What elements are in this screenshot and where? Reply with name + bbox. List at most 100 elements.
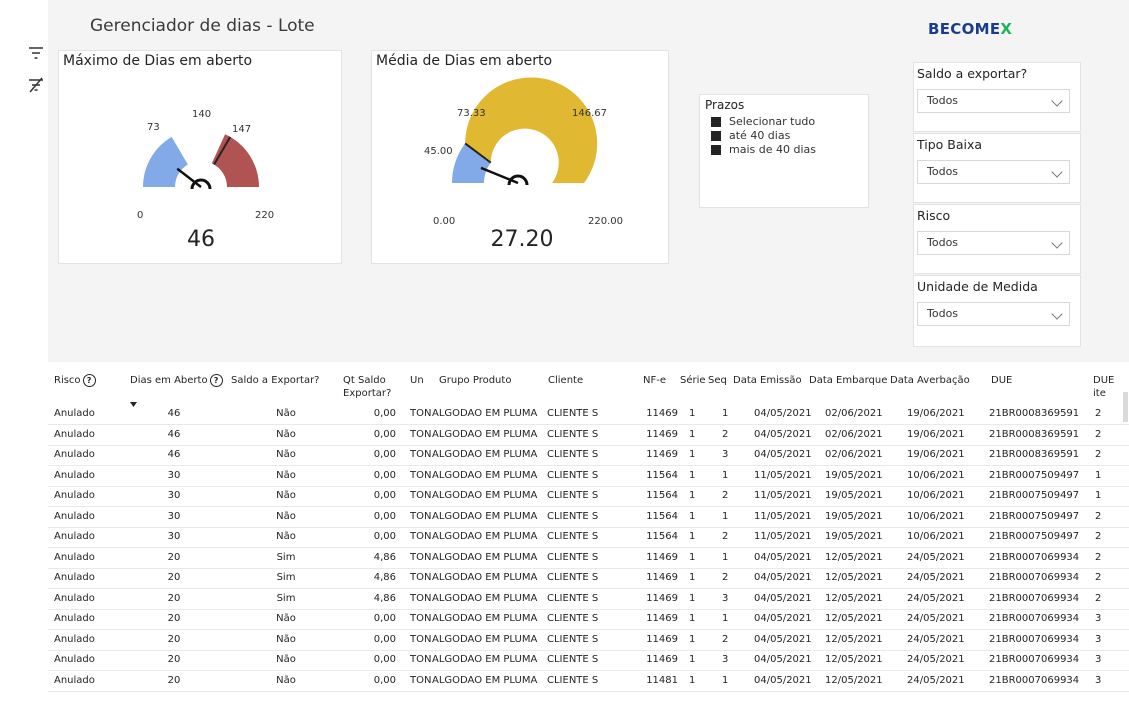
brand-x: X bbox=[1000, 20, 1013, 38]
column-header-saldo[interactable]: Saldo a Exportar? bbox=[231, 374, 320, 387]
table-row[interactable]: Anulado 30 Não 0,00 TON ALGODAO EM PLUMA CLIEN… bbox=[48, 507, 1129, 528]
cell-dias: 20 bbox=[167, 633, 181, 645]
column-header-due[interactable]: DUE bbox=[991, 374, 1012, 387]
cell-seq: 3 bbox=[722, 654, 729, 665]
table-row[interactable]: Anulado 30 Não 0,00 TON ALGODAO EM PLUMA CLIEN… bbox=[48, 486, 1129, 507]
cell-nfe: 11469 bbox=[646, 408, 678, 419]
cell-saldo: Não bbox=[276, 613, 296, 624]
cell-un: TON bbox=[410, 592, 432, 604]
cell-cliente: CLIENTE S bbox=[547, 449, 599, 460]
cell-embarque: 19/05/2021 bbox=[825, 490, 883, 501]
cell-dias: 20 bbox=[167, 674, 181, 686]
cell-grupo: ALGODAO EM PLUMA bbox=[432, 613, 538, 624]
cell-due-item: 2 bbox=[1095, 592, 1102, 604]
cell-nfe: 11564 bbox=[646, 531, 678, 542]
slicer-dropdown[interactable]: Todos bbox=[917, 302, 1070, 326]
column-header-grupo[interactable]: Grupo Produto bbox=[439, 374, 511, 387]
cell-dias: 20 bbox=[167, 613, 181, 624]
table-row[interactable]: Anulado 20 Sim 4,86 TON ALGODAO EM PLUMA CLIEN… bbox=[48, 548, 1129, 569]
dropdown-value: Todos bbox=[927, 165, 959, 178]
filter-icon[interactable] bbox=[26, 44, 46, 62]
slicer-dropdown[interactable]: Todos bbox=[917, 160, 1070, 184]
cell-dias: 20 bbox=[167, 654, 181, 665]
column-header-seq[interactable]: Seq bbox=[708, 374, 727, 387]
cell-due: 21BR0008369591 bbox=[989, 428, 1080, 440]
column-header-risco[interactable]: Risco? bbox=[54, 374, 96, 387]
cell-dias: 46 bbox=[167, 449, 181, 460]
cell-embarque: 19/05/2021 bbox=[825, 531, 883, 542]
cell-due: 21BR0007069934 bbox=[989, 674, 1080, 686]
gauge-card-avg[interactable]: Média de Dias em aberto 0.00 220.00 45.0… bbox=[371, 50, 669, 264]
cell-un: TON bbox=[410, 490, 432, 501]
header-label: Qt Saldo bbox=[343, 375, 386, 386]
column-header-un[interactable]: Un bbox=[410, 374, 424, 387]
cell-cliente: CLIENTE S bbox=[547, 428, 599, 440]
prazos-item[interactable]: até 40 dias bbox=[711, 129, 868, 142]
cell-cliente: CLIENTE S bbox=[547, 469, 599, 481]
table-row[interactable]: Anulado 46 Não 0,00 TON ALGODAO EM PLUMA CLIEN… bbox=[48, 445, 1129, 466]
table-row[interactable]: Anulado 20 Sim 4,86 TON ALGODAO EM PLUMA CLIEN… bbox=[48, 589, 1129, 610]
column-header-averbacao[interactable]: Data Averbação bbox=[890, 374, 970, 387]
table-row[interactable]: Anulado 46 Não 0,00 TON ALGODAO EM PLUMA CLIEN… bbox=[48, 425, 1129, 446]
cell-seq: 1 bbox=[722, 469, 729, 481]
prazos-item-label: mais de 40 dias bbox=[729, 143, 816, 156]
slicer-unidade-medida: Unidade de Medida Todos bbox=[913, 275, 1081, 347]
cell-cliente: CLIENTE S bbox=[547, 654, 599, 665]
cell-qt: 4,86 bbox=[373, 592, 396, 604]
column-header-qt-saldo[interactable]: Qt Saldo Exportar? bbox=[343, 374, 391, 400]
cell-saldo: Não bbox=[276, 510, 296, 522]
cell-averbacao: 24/05/2021 bbox=[907, 654, 965, 665]
cell-risco: Anulado bbox=[54, 428, 95, 440]
table-row[interactable]: Anulado 20 Não 0,00 TON ALGODAO EM PLUMA CLIEN… bbox=[48, 671, 1129, 692]
table-row[interactable]: Anulado 20 Sim 4,86 TON ALGODAO EM PLUMA CLIEN… bbox=[48, 568, 1129, 589]
column-header-serie[interactable]: Série bbox=[680, 374, 706, 387]
slicer-title: Tipo Baixa bbox=[917, 137, 983, 152]
cell-due-item: 1 bbox=[1095, 490, 1102, 501]
clear-filter-icon[interactable] bbox=[26, 76, 46, 94]
gauge-max-target-label: 140 bbox=[192, 109, 212, 120]
gauge-avg-max-label: 220.00 bbox=[588, 216, 623, 227]
cell-dias: 20 bbox=[167, 592, 181, 604]
cell-serie: 1 bbox=[689, 490, 696, 501]
help-icon[interactable]: ? bbox=[82, 374, 96, 387]
column-header-embarque[interactable]: Data Embarque bbox=[809, 374, 887, 387]
table-row[interactable]: Anulado 30 Não 0,00 TON ALGODAO EM PLUMA CLIEN… bbox=[48, 466, 1129, 487]
data-table[interactable]: Risco? Dias em Aberto? Saldo a Exportar?… bbox=[48, 362, 1129, 701]
cell-qt: 4,86 bbox=[373, 572, 396, 583]
cell-risco: Anulado bbox=[54, 408, 95, 419]
column-header-dias[interactable]: Dias em Aberto? bbox=[130, 374, 223, 387]
slicer-dropdown[interactable]: Todos bbox=[917, 89, 1070, 113]
table-row[interactable]: Anulado 20 Não 0,00 TON ALGODAO EM PLUMA CLIEN… bbox=[48, 609, 1129, 630]
prazos-item-label: Selecionar tudo bbox=[729, 115, 816, 128]
cell-serie: 1 bbox=[689, 551, 696, 563]
cell-due: 21BR0007069934 bbox=[989, 613, 1080, 624]
cell-grupo: ALGODAO EM PLUMA bbox=[432, 633, 538, 645]
dropdown-value: Todos bbox=[927, 307, 959, 320]
cell-serie: 1 bbox=[689, 613, 696, 624]
cell-due: 21BR0007509497 bbox=[989, 531, 1080, 542]
cell-saldo: Sim bbox=[276, 551, 296, 563]
column-header-emissao[interactable]: Data Emissão bbox=[733, 374, 802, 387]
column-header-cliente[interactable]: Cliente bbox=[548, 374, 583, 387]
gauge-avg-hub bbox=[507, 174, 529, 186]
cell-due-item: 2 bbox=[1095, 510, 1102, 522]
help-icon[interactable]: ? bbox=[209, 374, 223, 387]
cell-dias: 30 bbox=[167, 531, 181, 542]
prazos-item[interactable]: Selecionar tudo bbox=[711, 115, 868, 128]
cell-serie: 1 bbox=[689, 592, 696, 604]
gauge-card-max[interactable]: Máximo de Dias em aberto 0 220 73 140 14… bbox=[58, 50, 342, 264]
prazos-item[interactable]: mais de 40 dias bbox=[711, 143, 868, 156]
cell-due-item: 2 bbox=[1095, 428, 1102, 440]
table-row[interactable]: Anulado 20 Não 0,00 TON ALGODAO EM PLUMA CLIEN… bbox=[48, 650, 1129, 671]
cell-emissao: 04/05/2021 bbox=[754, 592, 812, 604]
table-row[interactable]: Anulado 46 Não 0,00 TON ALGODAO EM PLUMA CLIEN… bbox=[48, 404, 1129, 425]
table-row[interactable]: Anulado 30 Não 0,00 TON ALGODAO EM PLUMA CLIEN… bbox=[48, 527, 1129, 548]
cell-nfe: 11469 bbox=[646, 592, 678, 604]
table-row[interactable]: Anulado 20 Não 0,00 TON ALGODAO EM PLUMA CLIEN… bbox=[48, 630, 1129, 651]
cell-serie: 1 bbox=[689, 531, 696, 542]
cell-saldo: Não bbox=[276, 490, 296, 501]
cell-due-item: 3 bbox=[1095, 633, 1102, 645]
cell-due-item: 2 bbox=[1095, 551, 1102, 563]
slicer-dropdown[interactable]: Todos bbox=[917, 231, 1070, 255]
column-header-nfe[interactable]: NF-e bbox=[643, 374, 666, 387]
